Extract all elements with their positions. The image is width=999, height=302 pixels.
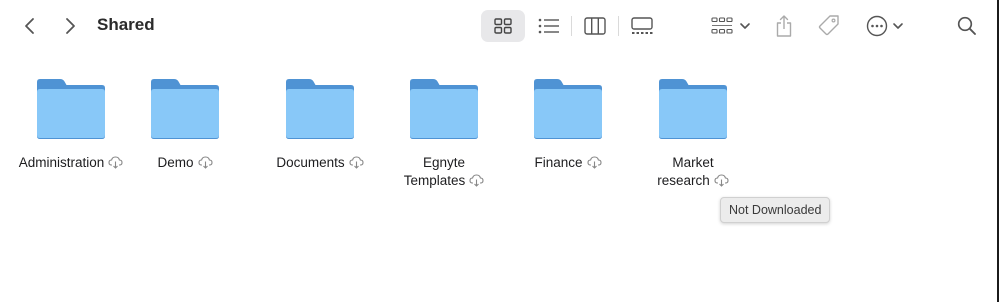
folder-label: Finance xyxy=(534,155,583,170)
search-icon xyxy=(957,16,976,35)
folder-label-line-1: Egnyte xyxy=(422,155,466,170)
share-button[interactable] xyxy=(770,10,798,42)
search-button[interactable] xyxy=(952,10,982,42)
toolbar: Shared xyxy=(0,0,997,52)
folder-label: Demo xyxy=(157,155,194,170)
group-by-button[interactable] xyxy=(706,10,756,42)
back-button[interactable] xyxy=(19,14,41,38)
gallery-view-button[interactable] xyxy=(625,10,659,42)
chevron-right-icon xyxy=(66,18,75,34)
list-view-button[interactable] xyxy=(532,10,566,42)
folder-label: Administration xyxy=(18,155,105,170)
folder-item-market-research[interactable]: Market research xyxy=(631,78,755,190)
ellipsis-circle-icon xyxy=(866,15,888,37)
folder-icon xyxy=(286,79,354,139)
more-actions-button[interactable] xyxy=(862,10,908,42)
finder-window: Shared Administration Demo Documents Egn… xyxy=(0,0,997,302)
folder-icon xyxy=(659,79,727,139)
tag-icon xyxy=(818,15,839,36)
folder-icon xyxy=(410,79,478,139)
folder-item-demo[interactable]: Demo xyxy=(123,78,247,172)
folder-label-line-2: research xyxy=(657,173,710,188)
folder-label-line-2: Templates xyxy=(403,173,466,188)
window-title: Shared xyxy=(97,15,155,34)
folder-item-administration[interactable]: Administration xyxy=(9,78,133,172)
folder-item-documents[interactable]: Documents xyxy=(258,78,382,172)
share-icon xyxy=(776,15,792,37)
cloud-download-icon xyxy=(108,156,123,169)
folder-icon xyxy=(37,79,105,139)
chevron-left-icon xyxy=(25,18,34,34)
cloud-download-icon xyxy=(349,156,364,169)
cloud-download-icon xyxy=(197,156,213,169)
group-icon xyxy=(711,17,733,34)
folder-icon xyxy=(151,79,219,139)
icon-view-button[interactable] xyxy=(481,10,525,42)
not-downloaded-tooltip: Not Downloaded xyxy=(720,197,831,223)
folder-item-egnyte-templates[interactable]: Egnyte Templates xyxy=(382,78,506,190)
toolbar-divider xyxy=(571,16,572,36)
folder-item-finance[interactable]: Finance xyxy=(506,78,630,172)
columns-icon xyxy=(584,17,606,35)
gallery-icon xyxy=(631,17,653,34)
grid-icon xyxy=(494,18,512,34)
cloud-download-icon xyxy=(586,156,602,169)
folder-icon xyxy=(534,79,602,139)
chevron-down-icon xyxy=(893,23,903,29)
toolbar-divider xyxy=(618,16,619,36)
cloud-download-icon xyxy=(469,174,484,187)
tag-button[interactable] xyxy=(813,10,845,42)
list-icon xyxy=(538,18,559,34)
column-view-button[interactable] xyxy=(579,10,611,42)
forward-button[interactable] xyxy=(59,14,81,38)
folder-label-line-1: Market xyxy=(672,155,714,170)
cloud-download-icon xyxy=(714,174,729,187)
folder-label: Documents xyxy=(276,155,345,170)
chevron-down-icon xyxy=(740,23,750,29)
